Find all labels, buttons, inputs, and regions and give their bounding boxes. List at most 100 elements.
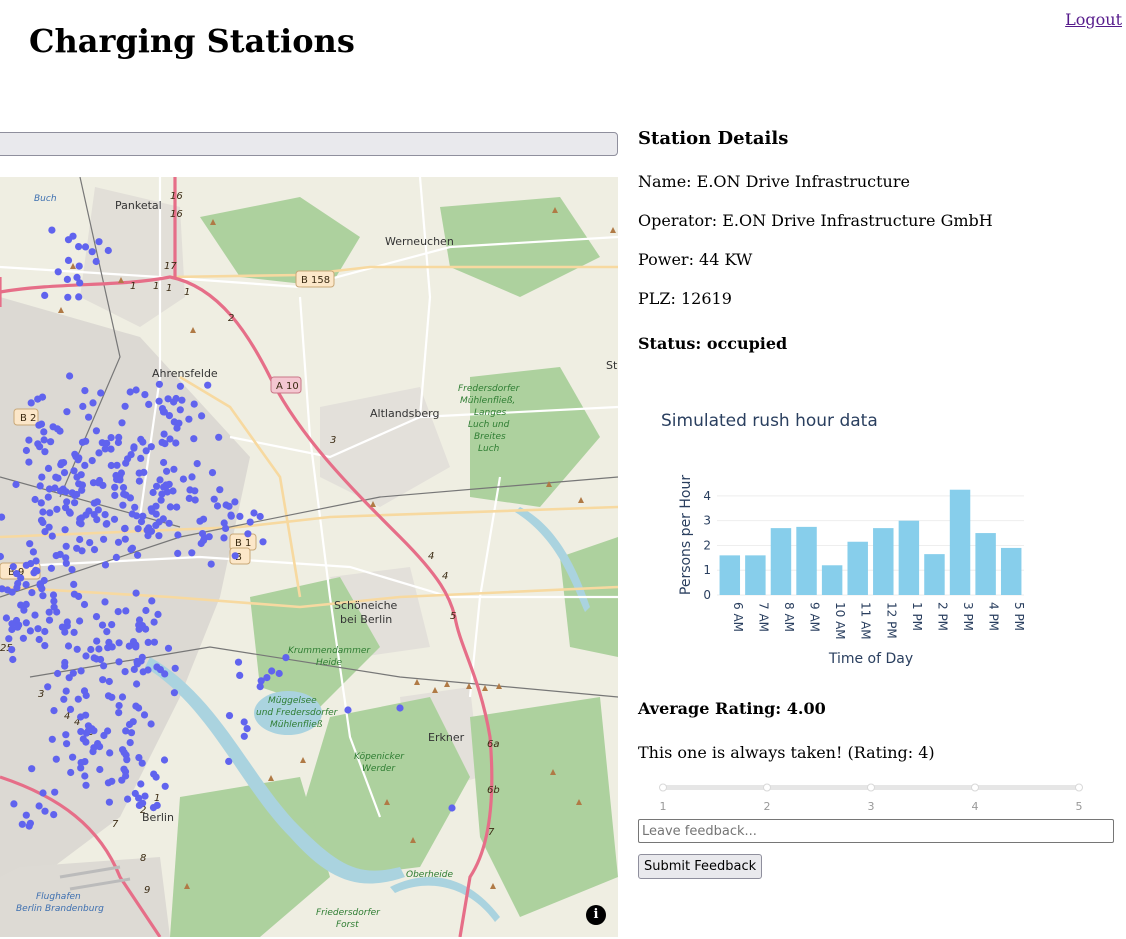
station-marker[interactable] — [139, 668, 147, 676]
station-marker[interactable] — [268, 667, 276, 675]
station-marker[interactable] — [114, 608, 122, 616]
station-marker[interactable] — [36, 581, 44, 589]
station-marker[interactable] — [178, 396, 186, 404]
station-marker[interactable] — [152, 502, 160, 510]
station-marker[interactable] — [31, 566, 40, 574]
station-marker[interactable] — [92, 613, 101, 621]
station-marker[interactable] — [282, 654, 290, 662]
station-marker[interactable] — [156, 476, 164, 484]
station-marker[interactable] — [97, 655, 105, 664]
station-marker[interactable] — [135, 616, 144, 624]
station-marker[interactable] — [108, 621, 116, 629]
station-marker[interactable] — [174, 531, 182, 539]
station-marker[interactable] — [126, 388, 134, 396]
station-marker[interactable] — [74, 695, 82, 703]
station-marker[interactable] — [60, 469, 69, 477]
station-marker[interactable] — [135, 794, 143, 802]
station-marker[interactable] — [111, 483, 119, 491]
station-marker[interactable] — [103, 520, 111, 528]
station-marker[interactable] — [448, 804, 456, 812]
station-marker[interactable] — [39, 592, 47, 600]
station-marker[interactable] — [19, 634, 27, 642]
station-marker[interactable] — [50, 811, 58, 819]
station-marker[interactable] — [65, 674, 73, 682]
station-marker[interactable] — [82, 781, 90, 789]
station-marker[interactable] — [95, 476, 104, 485]
station-marker[interactable] — [94, 506, 102, 514]
station-marker[interactable] — [225, 712, 234, 720]
station-marker[interactable] — [45, 608, 53, 616]
rating-slider-dot[interactable] — [659, 783, 667, 792]
station-marker[interactable] — [29, 548, 37, 556]
rating-slider-dot[interactable] — [971, 783, 979, 792]
station-marker[interactable] — [140, 711, 149, 719]
station-marker[interactable] — [38, 393, 47, 401]
station-marker[interactable] — [75, 592, 83, 600]
station-marker[interactable] — [48, 226, 56, 234]
station-marker[interactable] — [85, 413, 93, 421]
station-marker[interactable] — [65, 508, 73, 516]
rating-slider-dot[interactable] — [763, 783, 771, 792]
station-marker[interactable] — [95, 238, 103, 246]
station-marker[interactable] — [165, 480, 173, 488]
station-marker[interactable] — [148, 597, 156, 605]
station-marker[interactable] — [66, 372, 74, 380]
logout-link[interactable]: Logout — [1065, 10, 1122, 29]
station-marker[interactable] — [44, 683, 52, 691]
station-marker[interactable] — [62, 731, 70, 739]
feedback-input[interactable] — [638, 819, 1114, 843]
chart-bar[interactable] — [719, 555, 741, 595]
station-marker[interactable] — [41, 448, 49, 456]
station-marker[interactable] — [106, 749, 114, 757]
submit-feedback-button[interactable]: Submit Feedback — [638, 854, 763, 879]
station-marker[interactable] — [84, 722, 92, 730]
station-marker[interactable] — [54, 268, 62, 276]
station-marker[interactable] — [36, 482, 44, 490]
station-marker[interactable] — [101, 511, 109, 519]
station-marker[interactable] — [138, 759, 146, 767]
chart-bar[interactable] — [770, 528, 792, 595]
station-marker[interactable] — [38, 473, 46, 481]
station-marker[interactable] — [101, 561, 110, 569]
station-marker[interactable] — [50, 597, 58, 605]
station-marker[interactable] — [75, 454, 83, 462]
station-marker[interactable] — [275, 669, 283, 678]
station-marker[interactable] — [20, 606, 28, 614]
station-marker[interactable] — [118, 693, 127, 701]
station-marker[interactable] — [396, 704, 404, 712]
station-marker[interactable] — [191, 487, 199, 495]
station-marker[interactable] — [73, 490, 81, 499]
station-marker[interactable] — [133, 660, 141, 668]
station-marker[interactable] — [191, 496, 199, 504]
station-marker[interactable] — [114, 538, 123, 546]
station-marker[interactable] — [93, 498, 101, 506]
station-marker[interactable] — [159, 408, 168, 416]
station-marker[interactable] — [160, 756, 169, 764]
station-marker[interactable] — [64, 642, 73, 650]
station-marker[interactable] — [135, 477, 143, 485]
station-marker[interactable] — [111, 491, 119, 499]
station-marker[interactable] — [236, 512, 244, 520]
station-marker[interactable] — [175, 419, 183, 427]
station-marker[interactable] — [48, 532, 56, 540]
station-marker[interactable] — [78, 547, 86, 555]
station-marker[interactable] — [118, 419, 126, 427]
station-marker[interactable] — [144, 638, 152, 646]
station-marker[interactable] — [134, 525, 142, 533]
station-marker[interactable] — [145, 524, 153, 532]
station-marker[interactable] — [227, 511, 235, 519]
station-marker[interactable] — [171, 664, 179, 672]
station-marker[interactable] — [70, 628, 78, 636]
station-marker[interactable] — [41, 627, 49, 636]
station-marker[interactable] — [134, 551, 142, 559]
station-marker[interactable] — [150, 618, 158, 626]
station-marker[interactable] — [52, 473, 60, 481]
station-marker[interactable] — [86, 539, 94, 547]
station-marker[interactable] — [71, 499, 79, 507]
station-marker[interactable] — [115, 709, 123, 717]
station-marker[interactable] — [28, 589, 36, 597]
station-marker[interactable] — [166, 435, 174, 443]
map-info-button[interactable]: i — [586, 905, 606, 925]
station-marker[interactable] — [31, 495, 39, 504]
station-marker[interactable] — [63, 275, 71, 283]
